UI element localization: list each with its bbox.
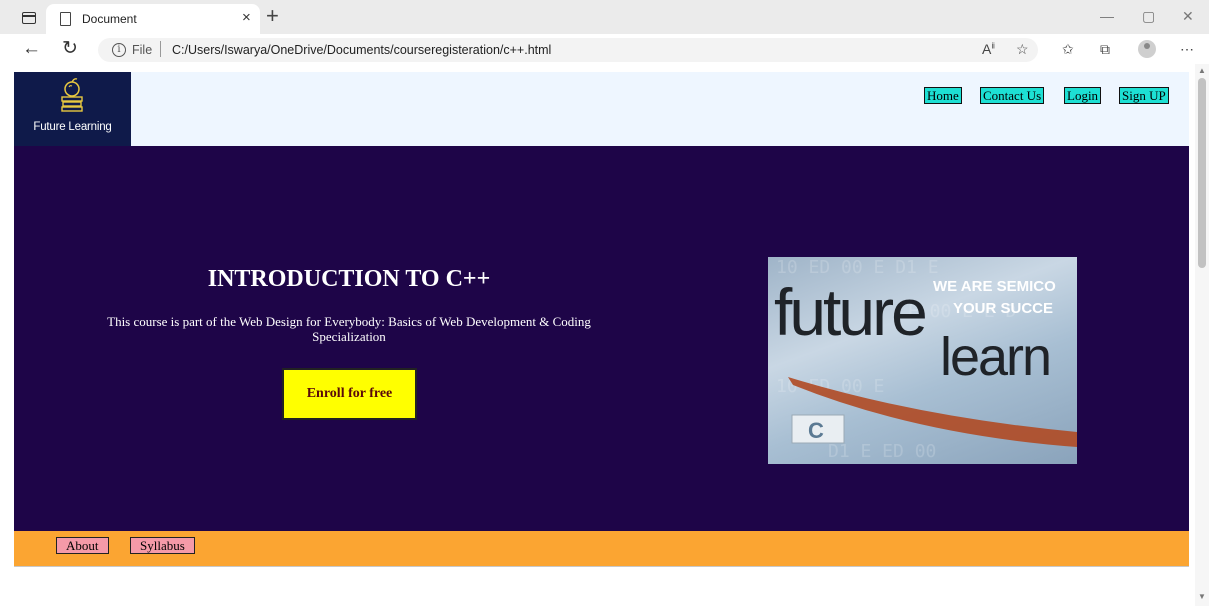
course-title: INTRODUCTION TO C++ — [207, 266, 491, 292]
close-window-button[interactable]: ✕ — [1182, 8, 1194, 25]
page-scrollbar[interactable]: ▲ ▼ — [1195, 64, 1209, 606]
apple-books-logo-icon — [61, 78, 83, 112]
scroll-thumb[interactable] — [1198, 78, 1206, 268]
banner-word-learn: learn — [940, 327, 1050, 387]
add-favorite-icon[interactable]: ☆ — [1016, 41, 1029, 58]
tab-actions-icon[interactable] — [22, 12, 36, 24]
nav-signup-link[interactable]: Sign UP — [1119, 87, 1169, 104]
future-learn-banner-image: 10 ED 00 E D1 E E 00 E E D 10 ED 00 E D1… — [768, 257, 1077, 464]
banner-text-line2: YOUR SUCCE — [953, 300, 1053, 317]
banner-artwork: 10 ED 00 E D1 E E 00 E E D 10 ED 00 E D1… — [774, 257, 1077, 462]
nav-home-link[interactable]: Home — [924, 87, 962, 104]
hero-section: INTRODUCTION TO C++ This course is part … — [14, 146, 1189, 531]
scroll-up-icon[interactable]: ▲ — [1198, 66, 1206, 75]
nav-contact-link[interactable]: Contact Us — [980, 87, 1045, 104]
back-arrow-icon[interactable]: ← — [22, 38, 41, 60]
enroll-button[interactable]: Enroll for free — [282, 368, 417, 420]
svg-text:D1 E ED 00: D1 E ED 00 — [828, 441, 936, 462]
url-scheme-label: File — [132, 43, 153, 57]
logo-text: Future Learning — [33, 121, 112, 133]
banner-badge-c: C — [808, 418, 824, 443]
info-icon[interactable]: i — [112, 43, 126, 57]
profile-avatar[interactable] — [1138, 40, 1156, 58]
read-aloud-icon[interactable]: Aⅱ — [982, 41, 995, 57]
syllabus-link[interactable]: Syllabus — [130, 537, 195, 554]
nav-login-link[interactable]: Login — [1064, 87, 1102, 104]
browser-tab[interactable]: Document × — [46, 4, 260, 34]
url-separator — [160, 41, 161, 57]
minimize-button[interactable]: — — [1100, 8, 1114, 24]
page-content: Future Learning Home Contact Us Login Si… — [14, 72, 1189, 606]
new-tab-button[interactable]: + — [266, 4, 279, 28]
address-bar-row: ← ↻ i File C:/Users/Iswarya/OneDrive/Doc… — [0, 34, 1209, 64]
tab-close-button[interactable]: × — [242, 9, 251, 26]
favorites-icon[interactable]: ✩ — [1062, 41, 1074, 58]
scroll-down-icon[interactable]: ▼ — [1198, 592, 1206, 601]
banner-word-future: future — [774, 275, 925, 349]
address-bar[interactable]: i File C:/Users/Iswarya/OneDrive/Documen… — [98, 38, 1038, 62]
site-logo[interactable]: Future Learning — [14, 72, 131, 146]
about-link[interactable]: About — [56, 537, 109, 554]
course-footer-bar: About Syllabus — [14, 531, 1189, 567]
browser-tab-strip: Document × + — ▢ ✕ — [0, 0, 1209, 34]
site-header: Future Learning Home Contact Us Login Si… — [14, 72, 1189, 146]
document-icon — [60, 12, 71, 26]
url-text[interactable]: C:/Users/Iswarya/OneDrive/Documents/cour… — [172, 43, 551, 57]
refresh-icon[interactable]: ↻ — [62, 38, 78, 60]
course-description: This course is part of the Web Design fo… — [107, 314, 591, 344]
tab-title: Document — [82, 12, 137, 26]
more-options-icon[interactable]: ⋯ — [1180, 41, 1194, 58]
restore-button[interactable]: ▢ — [1142, 8, 1155, 25]
collections-icon[interactable]: ⧉ — [1100, 41, 1110, 58]
banner-text-line1: WE ARE SEMICO — [933, 278, 1056, 295]
